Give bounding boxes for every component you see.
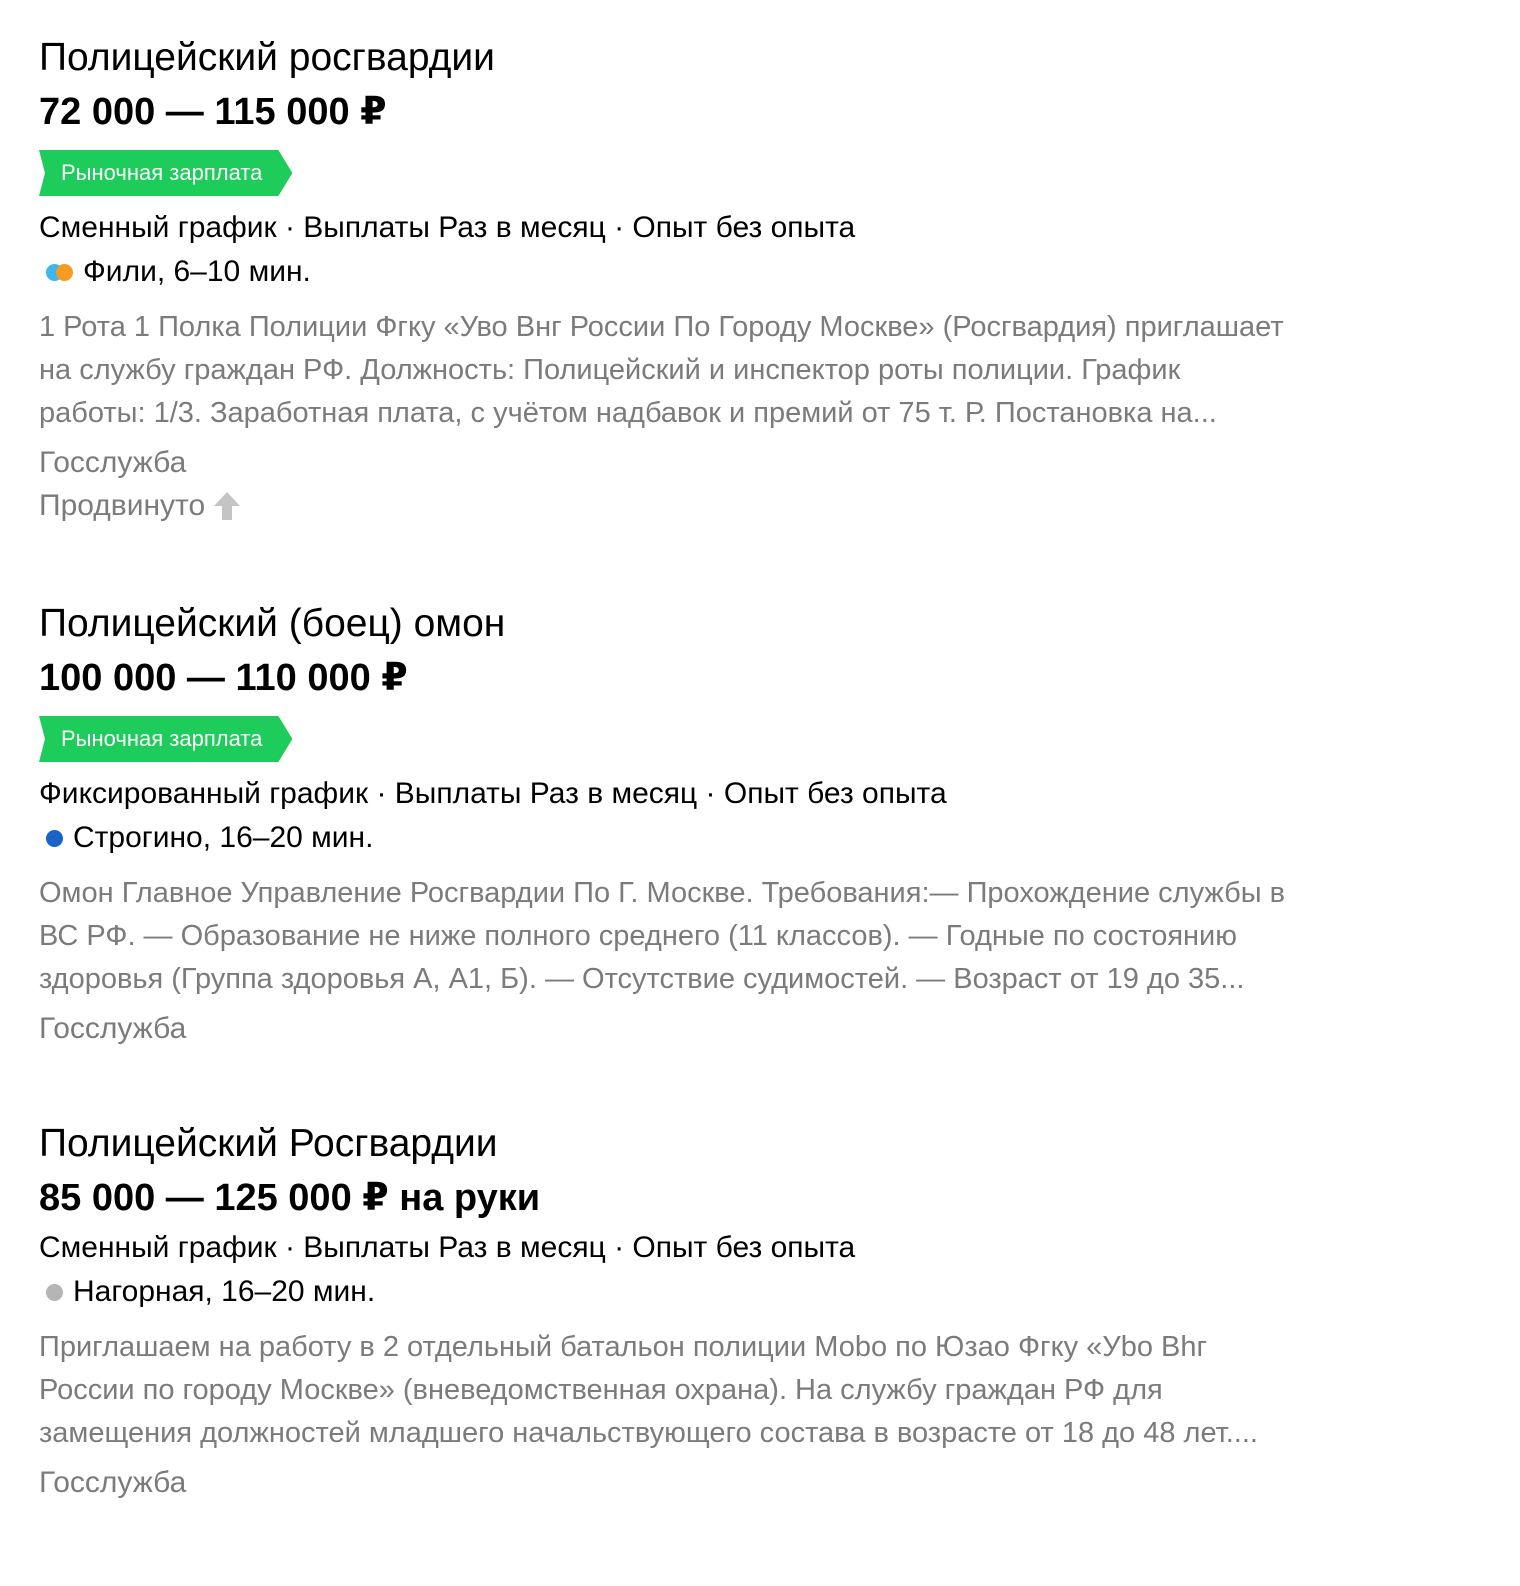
description-line: 1 Рота 1 Полка Полиции Фгку «Уво Внг Рос… <box>39 311 1284 343</box>
market-salary-badge: Рыночная зарплата <box>39 150 292 196</box>
description-line: на службу граждан РФ. Должность: Полицей… <box>39 354 1181 386</box>
vacancy-list: Полицейский росгвардии 72 000 — 115 000 … <box>0 0 1520 1586</box>
description-line: ВС РФ. — Образование не ниже полного сре… <box>39 920 1238 952</box>
description-line: работы: 1/3. Заработная плата, с учётом … <box>39 397 1217 429</box>
promoted-text: Продвинуто <box>39 489 206 522</box>
metro-line-dot <box>46 1283 63 1301</box>
vacancy-description: Приглашаем на работу в 2 отдельный батал… <box>39 1326 1479 1455</box>
vacancy-card[interactable]: Полицейский (боец) омон 100 000 — 110 00… <box>39 600 1479 1050</box>
arrow-up-icon <box>214 491 241 520</box>
metro-line-icon <box>46 829 63 847</box>
metro-line-dot <box>46 829 63 847</box>
vacancy-card[interactable]: Полицейский росгвардии 72 000 — 115 000 … <box>39 34 1479 527</box>
metro-station: Строгино, 16–20 мин. <box>39 818 1479 858</box>
description-line: России по городу Москве» (вневедомственн… <box>39 1374 1163 1406</box>
description-line: здоровья (Группа здоровья А, А1, Б). — О… <box>39 963 1245 995</box>
vacancy-card[interactable]: Полицейский Росгвардии 85 000 — 125 000 … <box>39 1120 1479 1504</box>
vacancy-salary: 85 000 — 125 000 ₽ на руки <box>39 1177 541 1219</box>
vacancy-conditions: Фиксированный график · Выплаты Раз в мес… <box>39 777 947 810</box>
metro-station-label: Нагорная, 16–20 мин. <box>73 1275 376 1308</box>
company-name[interactable]: Госслужба <box>39 1007 1479 1050</box>
vacancy-conditions: Сменный график · Выплаты Раз в месяц · О… <box>39 1231 856 1264</box>
vacancy-salary: 72 000 — 115 000 ₽ <box>39 91 387 133</box>
vacancy-description: Омон Главное Управление Росгвардии По Г.… <box>39 872 1479 1001</box>
metro-station-label: Строгино, 16–20 мин. <box>73 821 374 854</box>
vacancy-title[interactable]: Полицейский Росгвардии <box>39 1120 1479 1168</box>
market-salary-badge: Рыночная зарплата <box>39 716 292 762</box>
vacancy-salary: 100 000 — 110 000 ₽ <box>39 657 408 699</box>
metro-line-icon <box>46 263 73 281</box>
vacancy-title[interactable]: Полицейский росгвардии <box>39 34 1479 82</box>
metro-line-icon <box>46 1283 63 1301</box>
promoted-label: Продвинуто <box>39 484 1479 527</box>
vacancy-title[interactable]: Полицейский (боец) омон <box>39 600 1479 648</box>
description-line: Омон Главное Управление Росгвардии По Г.… <box>39 877 1286 909</box>
metro-station-label: Фили, 6–10 мин. <box>83 255 311 288</box>
company-name[interactable]: Госслужба <box>39 1461 1479 1504</box>
vacancy-conditions: Сменный график · Выплаты Раз в месяц · О… <box>39 211 856 244</box>
description-line: замещения должностей младшего начальству… <box>39 1417 1258 1449</box>
company-name[interactable]: Госслужба <box>39 441 1479 484</box>
metro-station: Нагорная, 16–20 мин. <box>39 1272 1479 1312</box>
metro-station: Фили, 6–10 мин. <box>39 252 1479 292</box>
metro-line-dot <box>56 263 73 281</box>
description-line: Приглашаем на работу в 2 отдельный батал… <box>39 1331 1208 1363</box>
vacancy-description: 1 Рота 1 Полка Полиции Фгку «Уво Внг Рос… <box>39 306 1479 435</box>
